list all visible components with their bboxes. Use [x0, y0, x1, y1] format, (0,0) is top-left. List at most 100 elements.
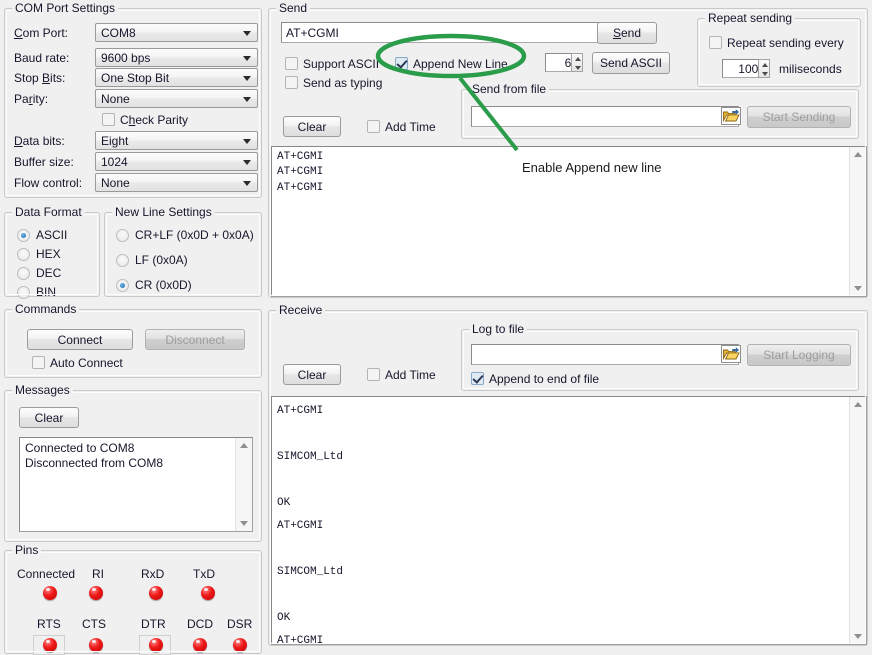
- send-command-input[interactable]: AT+CGMI: [281, 22, 601, 43]
- auto-connect-checkbox[interactable]: [32, 356, 45, 369]
- buffer-size-value: 1024: [101, 155, 128, 169]
- messages-clear-button[interactable]: Clear: [19, 407, 79, 428]
- pin-label-cts: CTS: [82, 617, 106, 631]
- receive-log-scrollbar[interactable]: [849, 397, 866, 644]
- new-line-settings-group: New Line Settings CR+LF (0x0D + 0x0A) LF…: [104, 212, 262, 297]
- pin-led-txd: [201, 586, 215, 600]
- repeat-sending-label: Repeat sending every: [727, 36, 844, 50]
- log-to-file-caption: Log to file: [469, 322, 527, 336]
- spinner-up-icon[interactable]: [572, 54, 582, 63]
- data-format-caption: Data Format: [12, 205, 85, 219]
- data-bits-label: Data bits:: [14, 134, 65, 148]
- receive-log[interactable]: AT+CGMI SIMCOM_Ltd OK AT+CGMI SIMCOM_Ltd…: [271, 396, 867, 645]
- support-ascii-checkbox[interactable]: [285, 57, 298, 70]
- chevron-down-icon: [243, 139, 251, 144]
- radio-hex-label: HEX: [36, 247, 61, 261]
- receive-add-time-checkbox[interactable]: [367, 368, 380, 381]
- connect-button[interactable]: Connect: [27, 329, 133, 350]
- radio-cr-label: CR (0x0D): [135, 278, 192, 292]
- radio-lf[interactable]: [116, 254, 129, 267]
- log-file-path-input[interactable]: [471, 344, 739, 365]
- radio-lf-label: LF (0x0A): [135, 253, 188, 267]
- pin-led-ri: [89, 586, 103, 600]
- messages-scrollbar[interactable]: [235, 438, 252, 531]
- pin-led-rts: [43, 638, 57, 652]
- send-log-scrollbar[interactable]: [849, 147, 866, 296]
- radio-cr[interactable]: [116, 279, 129, 292]
- messages-caption: Messages: [12, 383, 73, 397]
- repeat-sending-checkbox[interactable]: [709, 36, 722, 49]
- check-parity-checkbox[interactable]: [102, 113, 115, 126]
- start-sending-button[interactable]: Start Sending: [747, 106, 851, 128]
- send-from-file-group: Send from file Start Sending: [461, 89, 859, 139]
- send-add-time-label: Add Time: [385, 120, 436, 134]
- parity-value: None: [101, 92, 130, 106]
- scroll-down-arrow-icon[interactable]: [850, 280, 866, 296]
- repeat-sending-caption: Repeat sending: [705, 11, 795, 25]
- scroll-down-arrow-icon[interactable]: [850, 628, 866, 644]
- pin-led-dtr: [149, 638, 163, 652]
- scroll-up-arrow-icon[interactable]: [236, 438, 252, 454]
- start-logging-button[interactable]: Start Logging: [747, 344, 851, 366]
- commands-caption: Commands: [12, 302, 79, 316]
- parity-label: Parity:: [14, 92, 48, 106]
- pin-label-rxd: RxD: [141, 567, 164, 581]
- baud-rate-label: Baud rate:: [14, 51, 69, 65]
- pin-label-dtr: DTR: [141, 617, 166, 631]
- scroll-down-arrow-icon[interactable]: [236, 515, 252, 531]
- send-file-path-input[interactable]: [471, 106, 739, 127]
- radio-dec[interactable]: [17, 267, 30, 280]
- pin-label-rts: RTS: [37, 617, 61, 631]
- spinner-down-icon[interactable]: [572, 63, 582, 72]
- parity-combo[interactable]: None: [95, 89, 258, 108]
- pin-led-dsr: [233, 638, 247, 652]
- pins-group: Pins Connected RI RxD TxD RTS CTS DTR DC…: [4, 550, 262, 654]
- send-group: Send AT+CGMI Send Support ASCII Append N…: [268, 8, 868, 298]
- receive-caption: Receive: [276, 303, 325, 317]
- send-from-file-caption: Send from file: [469, 82, 549, 96]
- com-port-label: Com Port:: [14, 26, 68, 40]
- buffer-size-combo[interactable]: 1024: [95, 152, 258, 171]
- radio-crlf[interactable]: [116, 229, 129, 242]
- radio-hex[interactable]: [17, 248, 30, 261]
- messages-log[interactable]: Connected to COM8 Disconnected from COM8: [19, 437, 253, 532]
- send-clear-button[interactable]: Clear: [283, 116, 341, 137]
- commands-group: Commands Connect Disconnect Auto Connect: [4, 309, 262, 378]
- send-button[interactable]: Send: [597, 22, 657, 44]
- messages-log-text: Connected to COM8 Disconnected from COM8: [25, 441, 232, 471]
- chevron-down-icon: [243, 181, 251, 186]
- folder-open-icon[interactable]: [721, 345, 741, 363]
- radio-ascii[interactable]: [17, 229, 30, 242]
- stop-bits-combo[interactable]: One Stop Bit: [95, 68, 258, 87]
- receive-clear-button[interactable]: Clear: [283, 364, 341, 385]
- scroll-up-arrow-icon[interactable]: [850, 397, 866, 413]
- annotation-text: Enable Append new line: [522, 160, 662, 175]
- send-as-typing-checkbox[interactable]: [285, 76, 298, 89]
- scroll-up-arrow-icon[interactable]: [850, 147, 866, 163]
- baud-rate-value: 9600 bps: [101, 51, 150, 65]
- disconnect-button[interactable]: Disconnect: [145, 329, 245, 350]
- radio-ascii-label: ASCII: [36, 228, 67, 242]
- append-new-line-checkbox[interactable]: [395, 57, 408, 70]
- chevron-down-icon: [243, 76, 251, 81]
- radio-bin-label: BIN: [36, 285, 56, 299]
- send-ascii-button[interactable]: Send ASCII: [592, 52, 670, 74]
- repeat-sending-group: Repeat sending Repeat sending every 1000…: [697, 18, 861, 87]
- append-end-of-file-checkbox[interactable]: [471, 372, 484, 385]
- send-add-time-checkbox[interactable]: [367, 120, 380, 133]
- flow-control-value: None: [101, 176, 130, 190]
- check-parity-label: Check Parity: [120, 113, 188, 127]
- spinner-up-icon[interactable]: [759, 60, 769, 69]
- spinner-down-icon[interactable]: [759, 69, 769, 78]
- repeat-interval-spinner[interactable]: [758, 59, 770, 78]
- send-as-typing-label: Send as typing: [303, 76, 382, 90]
- com-port-combo[interactable]: COM8: [95, 23, 258, 42]
- folder-open-icon[interactable]: [721, 107, 741, 125]
- baud-rate-combo[interactable]: 9600 bps: [95, 48, 258, 67]
- chevron-down-icon: [243, 56, 251, 61]
- radio-bin[interactable]: [17, 286, 30, 299]
- ascii-code-spinner[interactable]: [571, 53, 583, 72]
- flow-control-combo[interactable]: None: [95, 173, 258, 192]
- pin-label-dcd: DCD: [187, 617, 213, 631]
- data-bits-combo[interactable]: Eight: [95, 131, 258, 150]
